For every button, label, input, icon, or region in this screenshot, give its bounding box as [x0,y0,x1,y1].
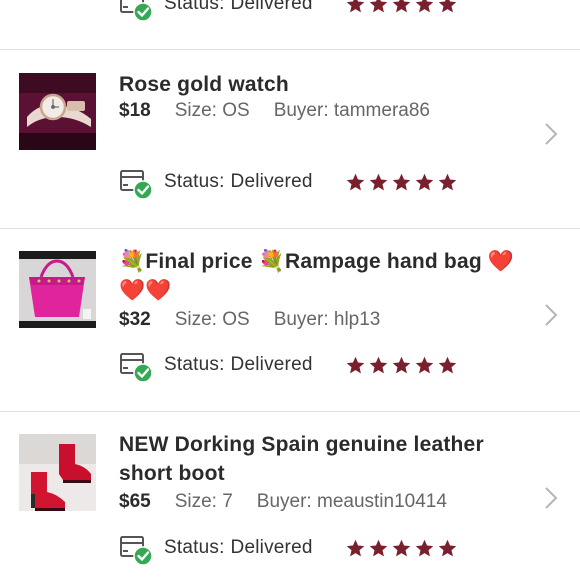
order-size: Size: OS [174,309,250,330]
status-value: Delivered [230,171,313,192]
order-size: Size: 7 [174,491,233,512]
star-icon [438,173,456,190]
sold-orders-list: Status: Delivered Rose gold watch $18 Si… [0,0,580,580]
order-price: $65 [119,491,151,512]
star-icon [392,539,410,556]
order-title[interactable]: 💐Final price 💐Rampage hand bag ❤️❤️❤️ [119,247,539,305]
status-label: Status: [164,171,225,192]
rating-stars [345,355,458,376]
star-icon [415,356,433,373]
package-delivered-icon [119,165,153,199]
star-icon [415,539,433,556]
rating-stars [345,172,458,193]
status-label: Status: [164,0,225,14]
status-value: Delivered [230,537,313,558]
package-delivered-icon [119,348,153,382]
star-icon [369,173,387,190]
star-icon [438,539,456,556]
chevron-right-icon[interactable] [544,303,558,327]
status-label: Status: [164,537,225,558]
status-value: Delivered [230,354,313,375]
boots-thumbnail [19,434,96,511]
star-icon [392,0,410,12]
star-icon [346,539,364,556]
order-price: $18 [119,100,151,121]
star-icon [438,0,456,12]
order-item[interactable]: Rose gold watch $18 Size: OS Buyer: tamm… [0,50,580,228]
order-meta: $18 Size: OS Buyer: tammera86 [119,98,430,124]
rating-stars [345,0,458,15]
order-meta: $32 Size: OS Buyer: hlp13 [119,307,380,333]
star-icon [346,173,364,190]
order-buyer[interactable]: Buyer: hlp13 [274,309,381,331]
star-icon [346,0,364,12]
star-icon [346,356,364,373]
status-value: Delivered [230,0,313,14]
order-status-row: Status: Delivered [119,164,539,200]
order-item[interactable]: NEW Dorking Spain genuine leather short … [0,412,580,580]
order-size: Size: OS [174,100,250,121]
star-icon [438,356,456,373]
chevron-right-icon[interactable] [544,486,558,510]
order-status-row: Status: Delivered [119,347,539,383]
star-icon [392,173,410,190]
chevron-right-icon[interactable] [544,122,558,146]
order-status-row: Status: Delivered [119,530,539,566]
star-icon [369,356,387,373]
status-label: Status: [164,354,225,375]
order-title[interactable]: NEW Dorking Spain genuine leather short … [119,430,539,488]
star-icon [415,173,433,190]
star-icon [369,539,387,556]
order-item[interactable]: 💐Final price 💐Rampage hand bag ❤️❤️❤️ $3… [0,229,580,411]
order-buyer[interactable]: Buyer: meaustin10414 [257,491,447,513]
order-status-row: Status: Delivered [119,0,539,22]
star-icon [369,0,387,12]
package-delivered-icon [119,531,153,565]
order-buyer[interactable]: Buyer: tammera86 [274,100,430,122]
order-meta: $65 Size: 7 Buyer: meaustin10414 [119,489,447,515]
order-price: $32 [119,309,151,330]
order-title[interactable]: Rose gold watch [119,70,539,99]
star-icon [415,0,433,12]
package-delivered-icon [119,0,153,21]
star-icon [392,356,410,373]
handbag-thumbnail [19,251,96,328]
watch-thumbnail [19,73,96,150]
rating-stars [345,538,458,559]
